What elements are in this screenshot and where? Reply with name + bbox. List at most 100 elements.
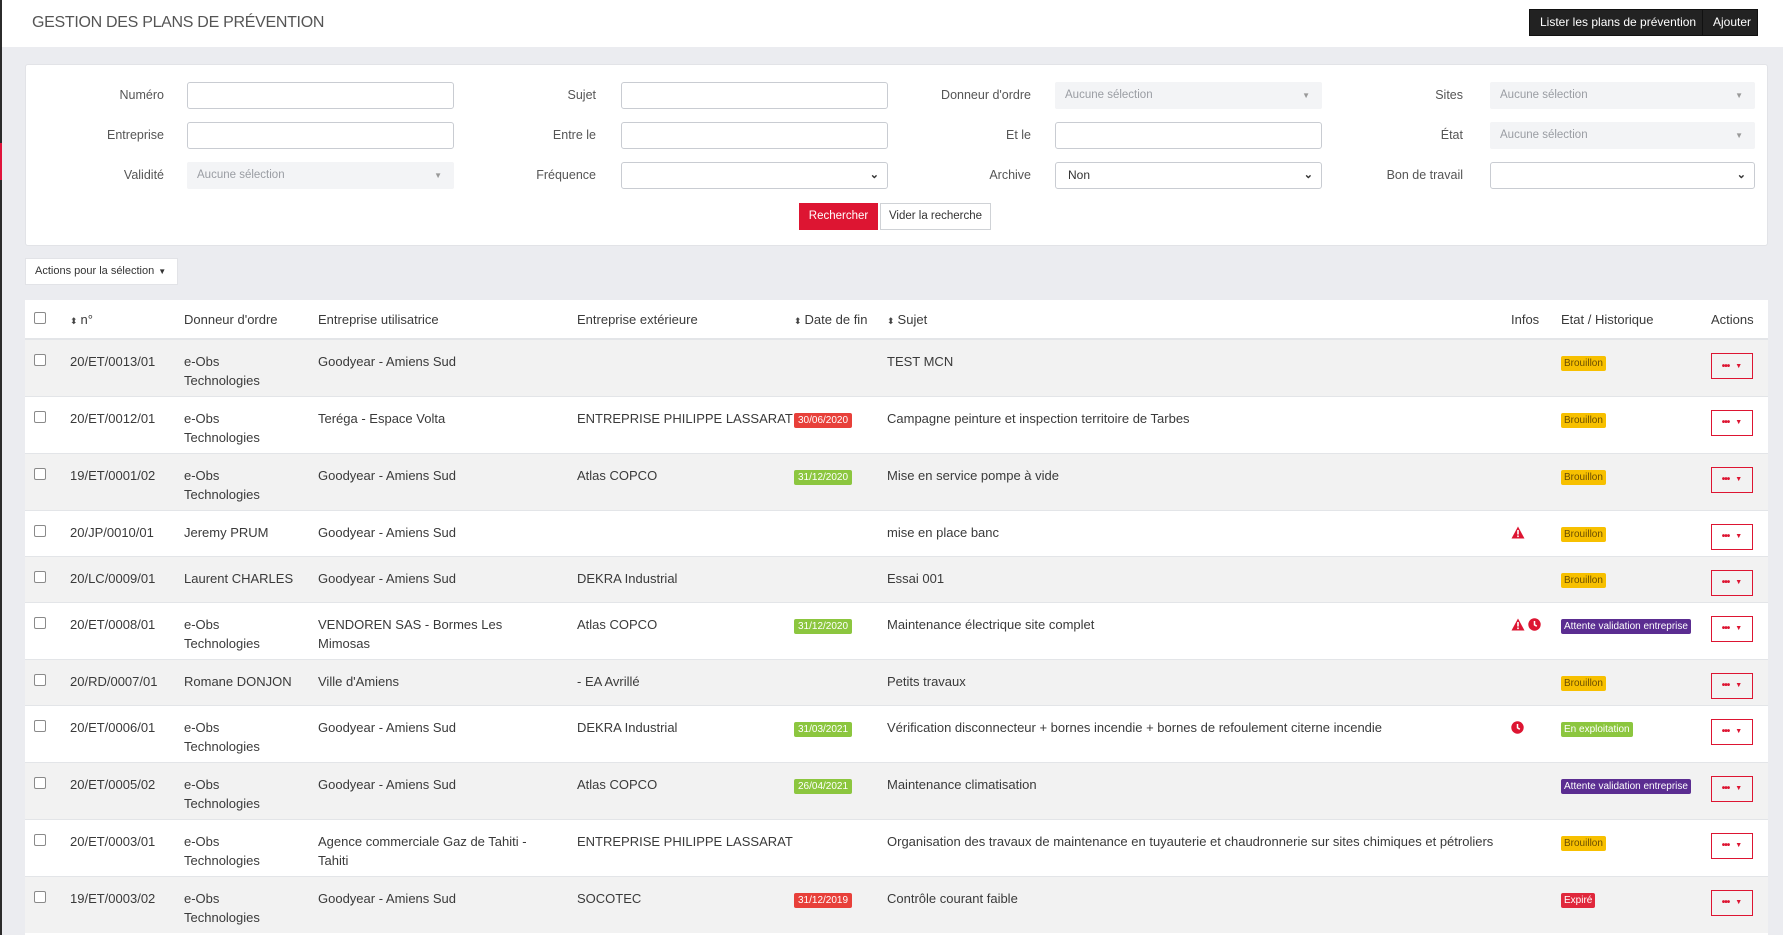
status-badge[interactable]: En exploitation (1561, 721, 1633, 737)
top-bar: GESTION DES PLANS DE PRÉVENTION Lister l… (2, 0, 1783, 47)
status-badge[interactable]: Attente validation entreprise (1561, 618, 1691, 634)
archive-select[interactable]: Non ⌄ (1055, 162, 1322, 189)
row-actions-button[interactable]: ••• ▼ (1711, 832, 1753, 859)
status-badge[interactable]: Brouillon (1561, 469, 1606, 485)
cell-date-fin: 31/12/2020 (794, 452, 887, 510)
cell-utilisatrice: Goodyear - Amiens Sud (318, 338, 577, 396)
status-badge[interactable]: Brouillon (1561, 356, 1606, 371)
warning-icon[interactable] (1511, 617, 1525, 636)
row-checkbox[interactable] (34, 467, 46, 480)
row-actions-button[interactable]: ••• ▼ (1711, 569, 1753, 596)
row-actions-button[interactable]: ••• ▼ (1711, 409, 1753, 436)
cell-exterieure (577, 509, 794, 556)
row-actions-button[interactable]: ••• ▼ (1711, 523, 1753, 550)
cell-num[interactable]: 20/ET/0012/01 (70, 395, 184, 453)
clock-icon[interactable] (1511, 720, 1524, 739)
chevron-down-icon: ⌄ (1736, 169, 1746, 181)
cell-actions: ••• ▼ (1711, 658, 1768, 705)
status-badge[interactable]: Brouillon (1561, 572, 1606, 588)
page-title: GESTION DES PLANS DE PRÉVENTION (32, 14, 325, 31)
cell-exterieure: DEKRA Industrial (577, 704, 794, 762)
status-badge[interactable]: Attente validation entreprise (1561, 778, 1691, 794)
cell-utilisatrice: VENDOREN SAS - Bormes Les Mimosas (318, 601, 577, 659)
cell-num[interactable]: 20/LC/0009/01 (70, 555, 184, 602)
row-actions-button[interactable]: ••• ▼ (1711, 615, 1753, 642)
list-plans-button[interactable]: Lister les plans de prévention (1529, 9, 1719, 36)
status-badge[interactable]: Brouillon (1561, 835, 1606, 851)
et-le-input[interactable] (1055, 122, 1322, 149)
row-checkbox[interactable] (34, 410, 46, 423)
warning-icon[interactable] (1511, 525, 1525, 544)
bulk-actions-label: Actions pour la sélection (35, 265, 155, 277)
date-badge: 31/12/2020 (794, 618, 853, 634)
col-header-sujet[interactable]: ⬍ Sujet (887, 300, 1511, 340)
row-actions-button[interactable]: ••• ▼ (1711, 466, 1753, 493)
row-actions-button[interactable]: ••• ▼ (1711, 672, 1753, 699)
bulk-actions-dropdown[interactable]: Actions pour la sélection ▼ (25, 258, 178, 285)
etat-select[interactable]: Aucune sélection ▼ (1490, 122, 1755, 149)
table-row: 20/ET/0006/01 e-Obs Technologies Goodyear … (25, 704, 1768, 762)
cell-infos (1511, 601, 1561, 659)
row-actions-button[interactable]: ••• ▼ (1711, 353, 1753, 379)
row-actions-button[interactable]: ••• ▼ (1711, 718, 1753, 745)
col-header-donneur: Donneur d'ordre (184, 300, 318, 340)
cell-num[interactable]: 20/JP/0010/01 (70, 509, 184, 556)
cell-num[interactable]: 20/ET/0008/01 (70, 601, 184, 659)
cell-num[interactable]: 20/ET/0013/01 (70, 338, 184, 396)
row-checkbox[interactable] (34, 354, 46, 366)
date-badge: 31/12/2019 (794, 892, 853, 908)
cell-num[interactable]: 20/RD/0007/01 (70, 658, 184, 705)
cell-infos (1511, 658, 1561, 705)
cell-num[interactable]: 19/ET/0003/02 (70, 875, 184, 933)
row-checkbox[interactable] (34, 719, 46, 732)
cell-etat: Brouillon (1561, 658, 1711, 705)
status-badge[interactable]: Brouillon (1561, 675, 1606, 691)
caret-down-icon: ▼ (1735, 579, 1743, 586)
bon-travail-select[interactable]: ⌄ (1490, 162, 1755, 189)
col-header-date-fin[interactable]: ⬍ Date de fin (794, 300, 887, 340)
table-row: 20/RD/0007/01 Romane DONJON Ville d'Amiens… (25, 658, 1768, 705)
cell-sujet: Petits travaux (887, 658, 1511, 705)
row-actions-button[interactable]: ••• ▼ (1711, 775, 1753, 802)
window-edge (0, 0, 2, 935)
status-badge[interactable]: Brouillon (1561, 526, 1606, 542)
cell-num[interactable]: 19/ET/0001/02 (70, 452, 184, 510)
row-checkbox[interactable] (34, 616, 46, 629)
sujet-input[interactable] (621, 82, 888, 109)
date-badge: 30/06/2020 (794, 412, 853, 428)
row-checkbox[interactable] (34, 570, 46, 583)
row-checkbox[interactable] (34, 524, 46, 537)
row-checkbox[interactable] (34, 890, 46, 903)
frequence-select[interactable]: ⌄ (621, 162, 888, 189)
entreprise-input[interactable] (187, 122, 454, 149)
status-badge[interactable]: Brouillon (1561, 412, 1606, 428)
sites-select-value: Aucune sélection (1500, 89, 1588, 101)
col-header-num[interactable]: ⬍ n° (70, 300, 184, 340)
add-button[interactable]: Ajouter (1702, 9, 1758, 36)
cell-actions: ••• ▼ (1711, 395, 1768, 453)
row-checkbox[interactable] (34, 673, 46, 686)
search-button[interactable]: Rechercher (799, 203, 878, 230)
cell-utilisatrice: Ville d'Amiens (318, 658, 577, 705)
donneur-select[interactable]: Aucune sélection ▼ (1055, 82, 1322, 109)
clear-search-button[interactable]: Vider la recherche (880, 203, 991, 230)
numero-input[interactable] (187, 82, 454, 109)
more-icon: ••• (1721, 417, 1730, 428)
clock-icon[interactable] (1528, 617, 1541, 636)
row-checkbox[interactable] (34, 833, 46, 846)
cell-num[interactable]: 20/ET/0006/01 (70, 704, 184, 762)
cell-num[interactable]: 20/ET/0005/02 (70, 761, 184, 819)
cell-infos (1511, 704, 1561, 762)
validite-select[interactable]: Aucune sélection ▼ (187, 162, 454, 189)
cell-num[interactable]: 20/ET/0003/01 (70, 818, 184, 876)
row-checkbox[interactable] (34, 776, 46, 789)
sites-select[interactable]: Aucune sélection ▼ (1490, 82, 1755, 109)
cell-date-fin: 31/12/2020 (794, 601, 887, 659)
cell-donneur: Jeremy PRUM (184, 509, 318, 556)
entre-le-input[interactable] (621, 122, 888, 149)
cell-date-fin: 26/04/2021 (794, 761, 887, 819)
cell-date-fin (794, 818, 887, 876)
select-all-checkbox[interactable] (34, 311, 46, 324)
status-badge[interactable]: Expiré (1561, 892, 1596, 908)
row-actions-button[interactable]: ••• ▼ (1711, 889, 1753, 916)
